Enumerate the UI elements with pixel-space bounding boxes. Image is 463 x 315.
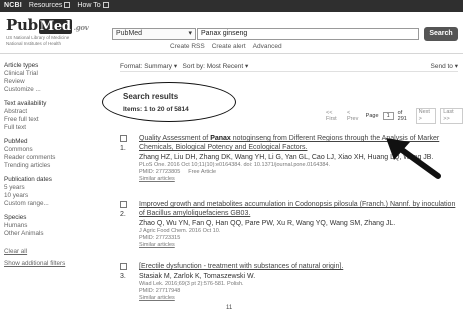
result-pmid: PMID: 27723315 [139,235,181,241]
filter-item[interactable]: Other Animals [4,230,96,238]
result-journal: J Agric Food Chem. 2016 Oct 10. [139,228,221,234]
result-number: 3. [120,273,126,280]
send-to-label: Send to [430,63,453,70]
filter-item[interactable]: 5 years [4,184,96,192]
page-number: 11 [226,305,233,311]
filter-group-title: Article types [4,62,39,69]
filter-item[interactable]: Review [4,78,96,86]
show-additional-filters-link[interactable]: Show additional filters [4,260,96,268]
filter-item[interactable]: 10 years [4,192,96,200]
free-article-label[interactable]: Free Article [188,169,216,175]
sort-dropdown[interactable]: Sort by: Most Recent ▾ [183,63,249,70]
result-authors: Zhao Q, Wu YN, Fan Q, Han QQ, Pare PW, X… [139,220,396,227]
result-journal: Wiad Lek. 2016;69(3 pt 2):576-581. Polis… [139,281,244,287]
filter-group-title: Species [4,214,27,221]
result-number: 2. [120,211,126,218]
page-number-input[interactable]: 1 [382,112,394,120]
dropdown-icon [102,2,109,8]
last-page-button[interactable]: Last >> [440,108,463,124]
send-to-dropdown[interactable]: Send to ▾ [431,62,459,70]
chevron-down-icon: ▾ [454,63,458,70]
result-authors: Stasiak M, Zarlok K, Tomaszewski W. [139,273,256,280]
similar-articles-link[interactable]: Similar articles [139,242,461,249]
filter-group-title: Text availability [4,100,47,107]
dropdown-icon [64,2,71,8]
filter-sidebar: Article types Clinical Trial Review Cust… [4,62,96,268]
create-rss-link[interactable]: Create RSS [170,43,205,50]
resources-menu[interactable]: Resources [28,0,71,12]
database-select[interactable]: PubMed ▾ [112,28,196,40]
logo-subtitle: US National Library of Medicine [6,35,70,40]
filter-group-title: PubMed [4,138,28,145]
result-pmid: PMID: 27723805 [139,169,181,175]
resources-label: Resources [28,2,63,9]
filter-item[interactable]: Abstract [4,108,96,116]
pubmed-header: Pub Med .gov US National Library of Medici… [0,12,463,54]
filter-item[interactable]: Commons [4,146,96,154]
filter-group-article-types: Article types Clinical Trial Review Cust… [4,62,96,94]
filter-group-pubmed-commons: PubMed Commons Reader comments Trending … [4,138,96,170]
format-bar: Format: Summary ▾ Sort by: Most Recent ▾… [120,62,458,72]
advanced-search-link[interactable]: Advanced [253,43,282,50]
howto-menu[interactable]: How To [77,0,109,12]
result-pmid: PMID: 27717948 [139,288,181,294]
chevron-down-icon: ▾ [188,30,192,37]
filter-group-species: Species Humans Other Animals [4,214,96,238]
next-page-button[interactable]: Next > [415,108,437,124]
annotation-arrow-icon [386,138,441,179]
result-checkbox[interactable] [120,135,127,142]
search-sublinks: Create RSS Create alert Advanced [170,43,282,50]
create-alert-link[interactable]: Create alert [212,43,246,50]
search-button[interactable]: Search [424,27,458,41]
result-checkbox[interactable] [120,263,127,270]
chevron-down-icon: ▾ [245,63,249,70]
result-title-link[interactable]: [Erectile dysfunction - treatment with s… [139,262,461,271]
database-value: PubMed [116,30,143,37]
top-navigation-bar: NCBI Resources How To [0,0,463,12]
filter-item[interactable]: Clinical Trial [4,70,96,78]
sort-label: Sort by: Most Recent [182,63,244,70]
title-highlight: Panax [210,135,231,142]
filter-group-title: Publication dates [4,176,52,183]
items-count: Items: 1 to 20 of 5814 [123,106,189,113]
result-number: 1. [120,145,126,152]
result-title-link[interactable]: Improved growth and metabolites accumula… [139,200,461,218]
page-label: Page [365,113,379,119]
similar-articles-link[interactable]: Similar articles [139,295,461,302]
format-label: Format: Summary [120,63,173,70]
filter-item[interactable]: Full text [4,124,96,132]
prev-page-link[interactable]: < Prev [347,110,362,122]
logo-med-text: Med [38,19,72,34]
filter-item[interactable]: Free full text [4,116,96,124]
filter-group-publication-dates: Publication dates 5 years 10 years Custo… [4,176,96,208]
howto-label: How To [77,2,101,9]
clear-all-link[interactable]: Clear all [4,248,96,256]
first-page-link[interactable]: << First [326,110,343,122]
search-input[interactable]: Panax ginseng [197,28,419,40]
ncbi-brand[interactable]: NCBI [4,0,22,12]
logo-pub-text: Pub [6,16,38,34]
filter-item[interactable]: Trending articles [4,162,96,170]
logo-subtitle-2: National Institutes of Health [6,41,62,46]
highlight-ellipse [102,82,236,122]
filter-item[interactable]: Reader comments [4,154,96,162]
result-checkbox[interactable] [120,201,127,208]
title-text: Quality Assessment of [139,135,211,142]
filter-group-text-availability: Text availability Abstract Free full tex… [4,100,96,132]
search-results-heading: Search results [123,92,179,101]
logo-gov-text: .gov [73,23,89,32]
chevron-down-icon: ▾ [173,63,178,70]
format-dropdown[interactable]: Format: Summary ▾ [120,63,177,70]
pubmed-logo[interactable]: Pub Med .gov US National Library of Medici… [6,16,89,46]
filter-item[interactable]: Customize ... [4,86,96,94]
page-total: of 291 [397,110,407,122]
filter-item[interactable]: Humans [4,222,96,230]
pagination: << First < Prev Page 1 of 291 Next > Las… [326,108,463,124]
filter-item[interactable]: Custom range... [4,200,96,208]
